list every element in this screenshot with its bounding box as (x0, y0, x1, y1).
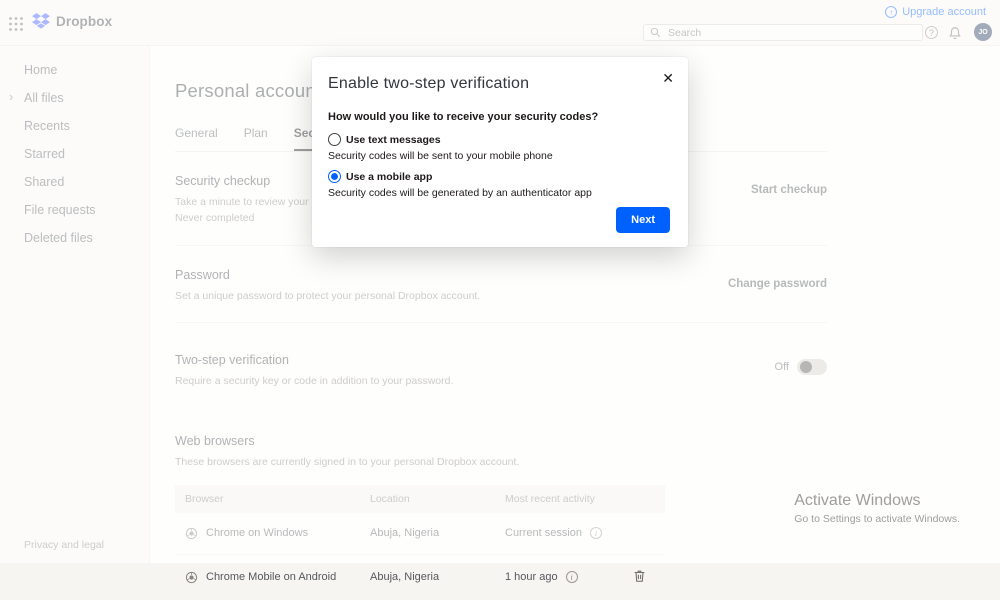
option-desc: Security codes will be generated by an a… (328, 187, 592, 199)
option-label[interactable]: Use a mobile app (346, 171, 432, 183)
watermark-line1: Activate Windows (794, 492, 921, 509)
watermark-line2: Go to Settings to activate Windows. (794, 513, 960, 525)
two-step-verification-modal: ✕ Enable two-step verification How would… (312, 57, 688, 247)
browser-icon (185, 571, 198, 583)
session-activity: 1 hour ago (505, 571, 558, 584)
radio-text-messages[interactable] (328, 133, 341, 146)
next-button[interactable]: Next (616, 207, 670, 233)
option-mobile-app: Use a mobile app Security codes will be … (328, 170, 670, 199)
modal-title: Enable two-step verification (328, 75, 530, 92)
info-icon[interactable]: i (565, 571, 578, 584)
browser-name: Chrome Mobile on Android (206, 571, 337, 584)
radio-mobile-app[interactable] (328, 170, 341, 183)
close-icon[interactable]: ✕ (660, 69, 676, 87)
delete-session-icon[interactable] (633, 569, 646, 583)
option-text-messages: Use text messages Security codes will be… (328, 133, 670, 162)
option-desc: Security codes will be sent to your mobi… (328, 150, 553, 162)
option-label[interactable]: Use text messages (346, 134, 441, 146)
windows-activation-watermark: Activate Windows Go to Settings to activ… (794, 492, 960, 525)
modal-question: How would you like to receive your secur… (328, 111, 599, 123)
